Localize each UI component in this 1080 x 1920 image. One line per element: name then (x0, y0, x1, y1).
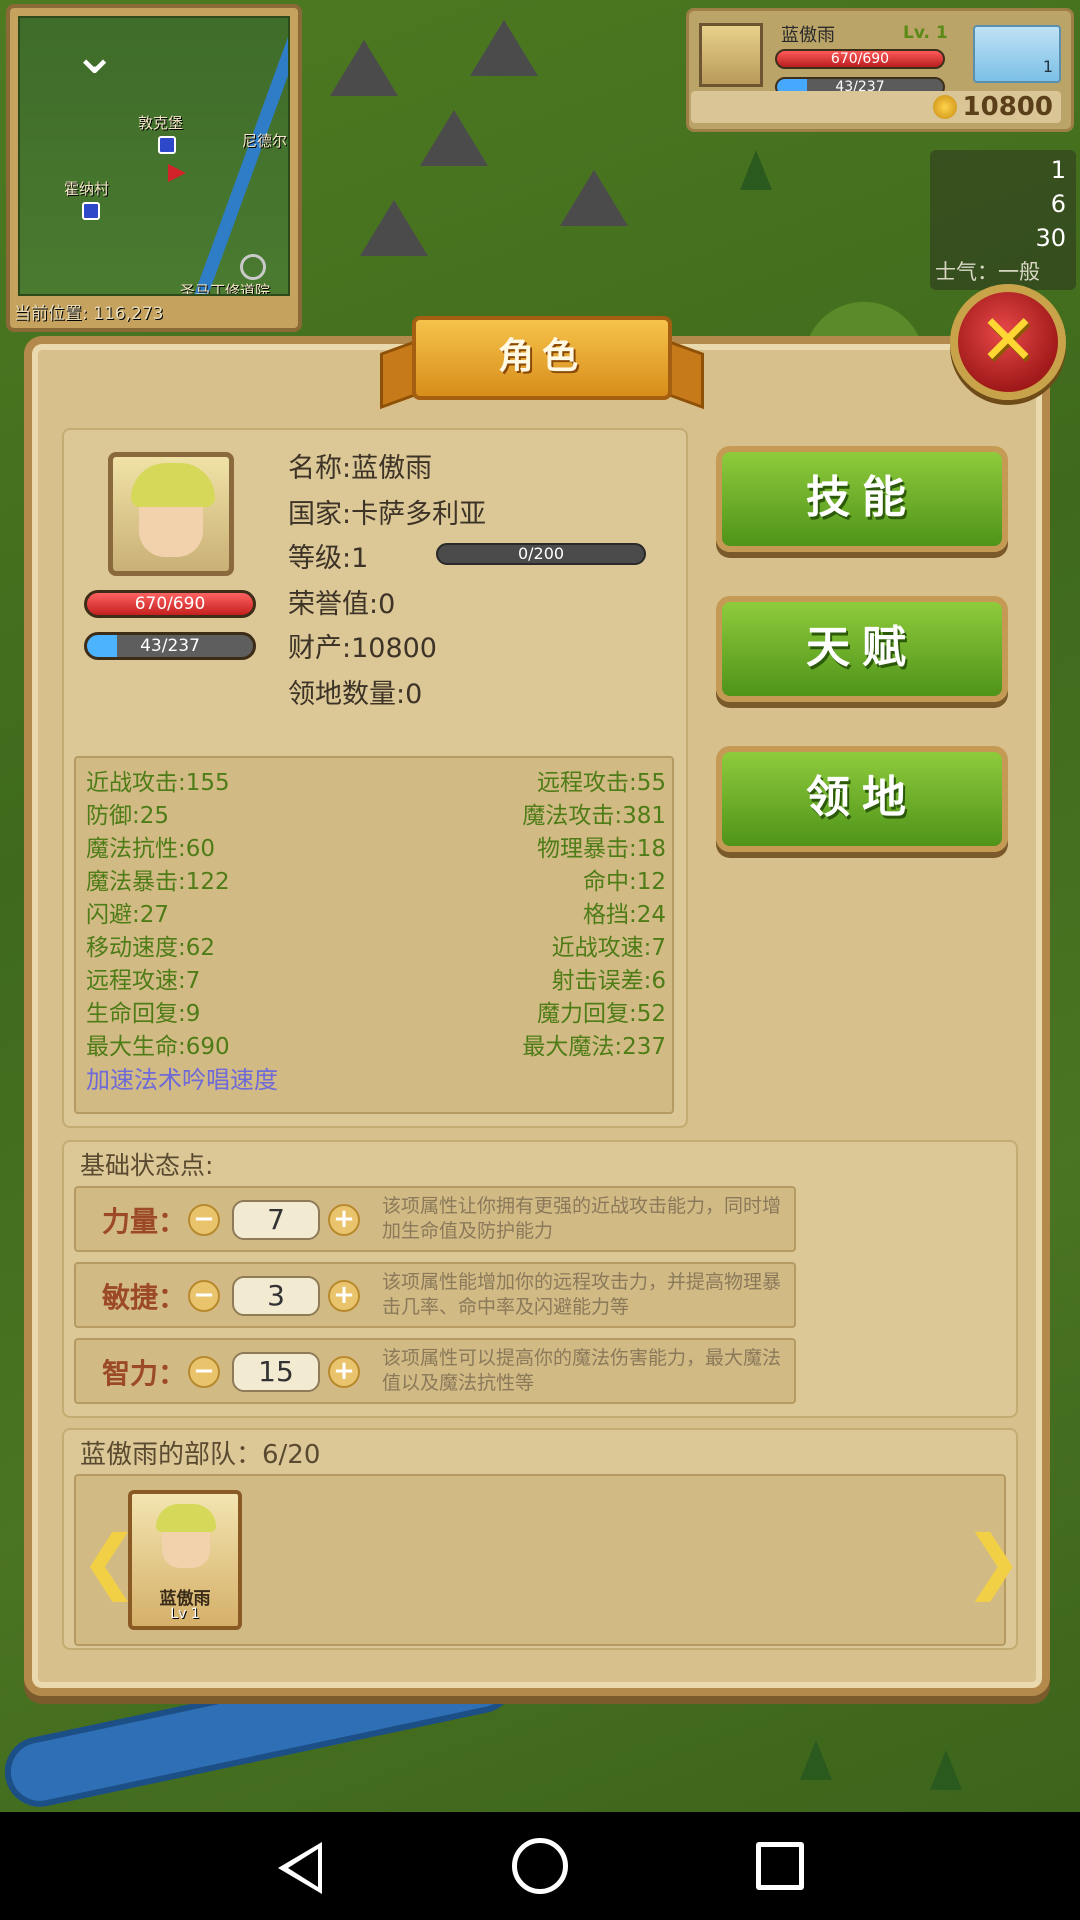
decrease-button[interactable]: − (188, 1280, 220, 1312)
army-count-supply: 30 (1035, 224, 1066, 252)
minimap-label: 尼德尔 (242, 132, 288, 150)
hp-bar: 670/690 (775, 49, 945, 69)
stat-left: 近战攻击:155 (86, 770, 230, 796)
info-honor: 荣誉值:0 (288, 589, 396, 620)
decrease-button[interactable]: − (188, 1356, 220, 1388)
attributes-title: 基础状态点: (80, 1151, 214, 1180)
attribute-row-strength: 力量： − 7 + 该项属性让你拥有更强的近战攻击能力，同时增加生命值及防护能力 (74, 1186, 796, 1252)
troop-card[interactable]: 蓝傲雨 Lv 1 (128, 1490, 242, 1630)
minimap-river (193, 18, 288, 294)
info-level: 等级:1 (288, 543, 369, 574)
stat-link-cast-speed[interactable]: 加速法术吟唱速度 (86, 1060, 278, 1095)
chevron-down-icon[interactable]: ⌄ (72, 28, 117, 82)
tree-icon (800, 1740, 832, 1780)
portrait-hair (131, 463, 215, 507)
avatar[interactable] (699, 23, 763, 87)
troops-title: 蓝傲雨的部队：6/20 (80, 1440, 321, 1470)
village-marker-icon[interactable] (82, 202, 100, 220)
army-count-soldier: 6 (1050, 190, 1066, 218)
morale-status: 士气：一般 (935, 260, 1040, 284)
back-icon-inner (288, 1849, 318, 1887)
attribute-description: 该项属性可以提高你的魔法伤害能力，最大魔法值以及魔法抗性等 (382, 1347, 782, 1394)
stat-left: 防御:25 (86, 803, 170, 829)
character-mp-bar: 43/237 (84, 632, 256, 660)
close-icon: ✕ (978, 299, 1038, 381)
increase-button[interactable]: + (328, 1356, 360, 1388)
character-portrait (108, 452, 234, 576)
attribute-value: 3 (232, 1276, 320, 1316)
home-icon[interactable] (512, 1838, 568, 1894)
minimap[interactable]: 敦克堡 尼德尔 霍纳村 圣马丁修道院 当前位置: 116,273 (6, 4, 302, 332)
talents-button[interactable]: 天赋 (716, 596, 1008, 702)
attribute-value: 15 (232, 1352, 320, 1392)
mountain-icon (330, 40, 398, 96)
stat-left: 远程攻速:7 (86, 968, 201, 994)
stat-left: 闪避:27 (86, 902, 170, 928)
exp-bar: 0/200 (436, 543, 646, 565)
minimap-label: 霍纳村 (64, 180, 110, 198)
attribute-row-agility: 敏捷： − 3 + 该项属性能增加你的远程攻击力，并提高物理暴击几率、命中率及闪… (74, 1262, 796, 1328)
current-position: 当前位置: 116,273 (14, 304, 164, 324)
stat-left: 魔法暴击:122 (86, 869, 230, 895)
tree-icon (930, 1750, 962, 1790)
stat-right: 魔力回复:52 (536, 1001, 666, 1027)
weather-moon-icon: 1 (973, 25, 1061, 83)
minimap-label: 敦克堡 (138, 114, 184, 132)
skills-button[interactable]: 技能 (716, 446, 1008, 552)
info-territory: 领地数量:0 (288, 679, 423, 710)
player-hud[interactable]: 蓝傲雨 Lv. 1 670/690 43/237 1 10800 (686, 8, 1074, 132)
player-flag-icon (168, 164, 186, 182)
character-hp-bar: 670/690 (84, 590, 256, 618)
attribute-row-intelligence: 智力： − 15 + 该项属性可以提高你的魔法伤害能力，最大魔法值以及魔法抗性等 (74, 1338, 796, 1404)
stat-right: 魔法攻击:381 (522, 803, 666, 829)
attribute-label: 智力： (102, 1357, 187, 1390)
troop-hair (156, 1504, 216, 1532)
attribute-description: 该项属性让你拥有更强的近战攻击能力，同时增加生命值及防护能力 (382, 1195, 782, 1242)
info-country: 国家:卡萨多利亚 (288, 499, 487, 530)
minimap-label: 圣马丁修道院 (180, 282, 271, 296)
castle-marker-icon[interactable] (158, 136, 176, 154)
increase-button[interactable]: + (328, 1280, 360, 1312)
stat-left: 魔法抗性:60 (86, 836, 216, 862)
attribute-label: 力量： (102, 1205, 187, 1238)
troop-level: Lv 1 (170, 1606, 200, 1622)
tree-icon (740, 150, 772, 190)
dialog-title: 角色 (412, 316, 672, 400)
gold-display: 10800 (691, 91, 1061, 123)
info-wealth: 财产:10800 (288, 633, 437, 664)
stat-right: 远程攻击:55 (536, 770, 666, 796)
minimap-view[interactable]: 敦克堡 尼德尔 霍纳村 圣马丁修道院 (18, 16, 290, 296)
stat-right: 格挡:24 (582, 902, 666, 928)
arrow-right-icon[interactable]: ❯ (964, 1520, 1023, 1602)
stat-right: 近战攻速:7 (551, 935, 666, 961)
stat-left: 移动速度:62 (86, 935, 216, 961)
recents-icon[interactable] (756, 1842, 804, 1890)
territory-button[interactable]: 领地 (716, 746, 1008, 852)
stat-right: 物理暴击:18 (536, 836, 666, 862)
info-name: 名称:蓝傲雨 (288, 453, 433, 484)
player-name: 蓝傲雨 (781, 25, 835, 46)
stat-right: 命中:12 (582, 869, 666, 895)
player-level: Lv. 1 (903, 23, 948, 43)
stat-left: 最大生命:690 (86, 1034, 230, 1060)
attribute-value: 7 (232, 1200, 320, 1240)
increase-button[interactable]: + (328, 1204, 360, 1236)
attribute-label: 敏捷： (102, 1281, 187, 1314)
day-count: 1 (1042, 57, 1053, 76)
stat-right: 射击误差:6 (551, 968, 666, 994)
mountain-icon (560, 170, 628, 226)
attribute-description: 该项属性能增加你的远程攻击力，并提高物理暴击几率、命中率及闪避能力等 (382, 1271, 782, 1318)
close-button[interactable]: ✕ (950, 284, 1066, 400)
search-icon[interactable] (240, 254, 266, 280)
mountain-icon (420, 110, 488, 166)
stat-left: 生命回复:9 (86, 1001, 201, 1027)
mountain-icon (360, 200, 428, 256)
coin-icon (932, 95, 957, 119)
army-count-knight: 1 (1050, 156, 1066, 184)
stat-right: 最大魔法:237 (522, 1034, 666, 1060)
gold-amount: 10800 (962, 92, 1053, 122)
mountain-icon (470, 20, 538, 76)
decrease-button[interactable]: − (188, 1204, 220, 1236)
